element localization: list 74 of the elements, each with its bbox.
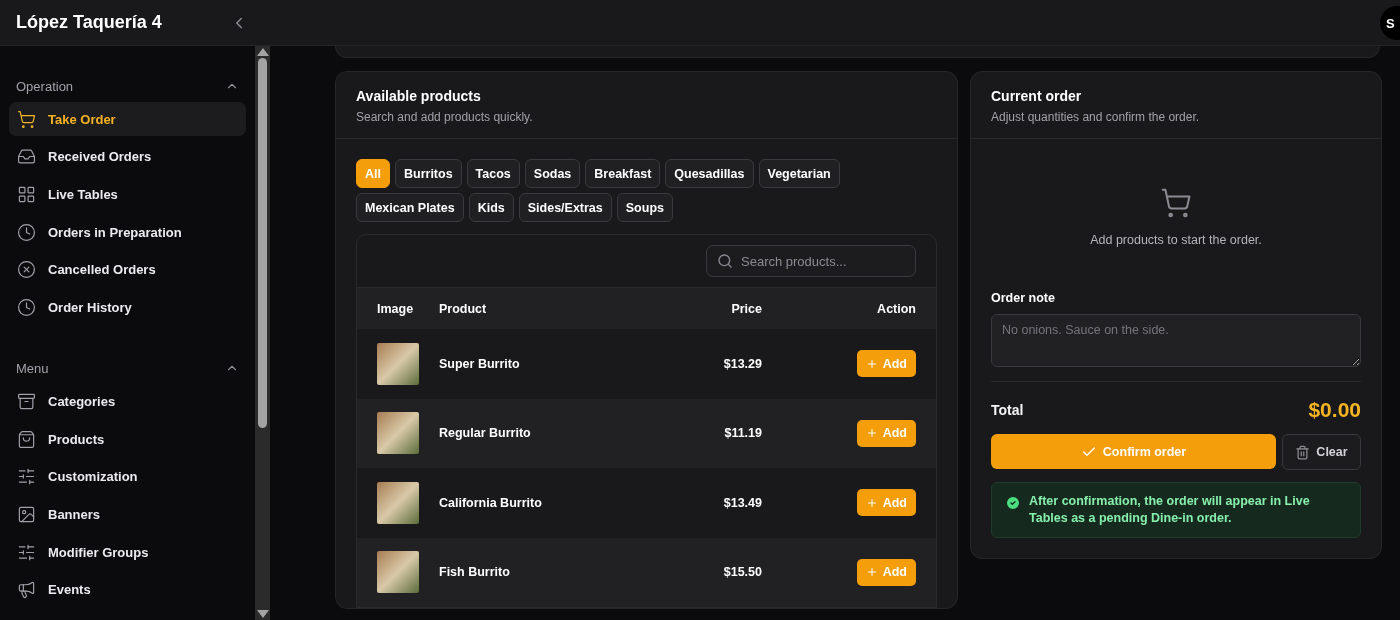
category-filter[interactable]: Quesadillas: [665, 159, 754, 188]
product-price: $13.29: [723, 356, 762, 371]
nav-item[interactable]: Categories: [9, 384, 246, 419]
column-header: Price: [731, 301, 762, 316]
product-price: $13.49: [723, 495, 762, 510]
category-filter[interactable]: Sodas: [524, 159, 581, 188]
card-title: Current order: [991, 88, 1083, 104]
trash-icon: [1295, 444, 1311, 460]
card-subtitle: Adjust quantities and confirm the order.: [991, 110, 1201, 124]
grid-icon: [17, 184, 36, 204]
photo-placeholder: [377, 412, 419, 455]
category-filter[interactable]: Vegetarian: [758, 159, 840, 188]
product-name: Fish Burrito: [439, 565, 510, 580]
category-filter[interactable]: Sides/Extras: [518, 193, 612, 222]
section-title: Operation: [16, 78, 74, 94]
product-name: Regular Burrito: [439, 426, 531, 441]
nav-item[interactable]: Products: [9, 422, 246, 457]
plus-icon: [865, 427, 878, 440]
nav-item[interactable]: Orders in Preparation: [9, 215, 246, 250]
search-icon: [717, 253, 733, 269]
clock-icon: [17, 297, 36, 317]
nav-item[interactable]: Cancelled Orders: [9, 252, 246, 287]
nav-item[interactable]: Received Orders: [9, 139, 246, 174]
plus-icon: [865, 357, 878, 370]
sliders-icon: [17, 542, 36, 562]
column-header: Action: [877, 301, 916, 316]
photo-placeholder: [377, 342, 419, 385]
card-subtitle: Search and add products quickly.: [356, 110, 534, 124]
nav-item[interactable]: Events: [9, 572, 246, 607]
product-price: $11.19: [724, 426, 762, 441]
nav-item[interactable]: Customization: [9, 459, 246, 494]
cart-icon: [1160, 187, 1192, 219]
sliders-icon: [17, 467, 36, 487]
field-label: Order note: [991, 291, 1056, 305]
nav-item[interactable]: Banners: [9, 497, 246, 532]
circle-x-icon: [17, 260, 36, 280]
category-filter[interactable]: Soups: [616, 193, 673, 222]
photo-placeholder: [377, 481, 419, 524]
category-filter[interactable]: Kids: [468, 193, 514, 222]
cart-icon: [17, 109, 36, 129]
megaphone-icon: [17, 580, 36, 600]
box-icon: [17, 391, 36, 411]
card-title: Available products: [356, 88, 482, 104]
nav-item[interactable]: Take Order: [9, 102, 246, 136]
nav-item[interactable]: Modifier Groups: [9, 535, 246, 570]
note-field[interactable]: No onions. Sauce on the side.: [991, 314, 1361, 367]
nav-item[interactable]: Live Tables: [9, 177, 246, 212]
section-title: Menu: [16, 360, 49, 376]
category-filter[interactable]: Burritos: [395, 159, 462, 188]
column-header: Product: [439, 301, 487, 316]
product-name: California Burrito: [439, 495, 542, 510]
info-message: After confirmation, the order will appear in Live Tables as a pending Dine-in order.: [1029, 493, 1311, 527]
clear-button[interactable]: Clear: [1282, 434, 1361, 470]
user-avatar[interactable]: S: [1380, 6, 1400, 40]
check-circle-icon: [1005, 495, 1021, 511]
category-filter[interactable]: Tacos: [466, 159, 520, 188]
category-filter[interactable]: Breakfast: [585, 159, 661, 188]
total-amount: $0.00: [1308, 398, 1361, 422]
category-filter[interactable]: Mexican Plates: [356, 193, 464, 222]
total-label: Total: [991, 402, 1024, 418]
bag-icon: [17, 429, 36, 449]
clock-icon: [17, 222, 36, 242]
column-header: Image: [377, 301, 414, 316]
product-price: $15.50: [723, 565, 762, 580]
app-title: López Taquería 4: [16, 12, 163, 33]
nav-item[interactable]: Order History: [9, 290, 246, 325]
search-field[interactable]: Search products...: [706, 245, 916, 277]
plus-icon: [865, 496, 878, 509]
plus-icon: [865, 566, 878, 579]
product-name: Super Burrito: [439, 356, 520, 371]
image-icon: [17, 505, 36, 524]
photo-placeholder: [377, 551, 419, 594]
empty-message: Add products to start the order.: [1090, 233, 1262, 247]
scrollbar[interactable]: [255, 46, 270, 620]
